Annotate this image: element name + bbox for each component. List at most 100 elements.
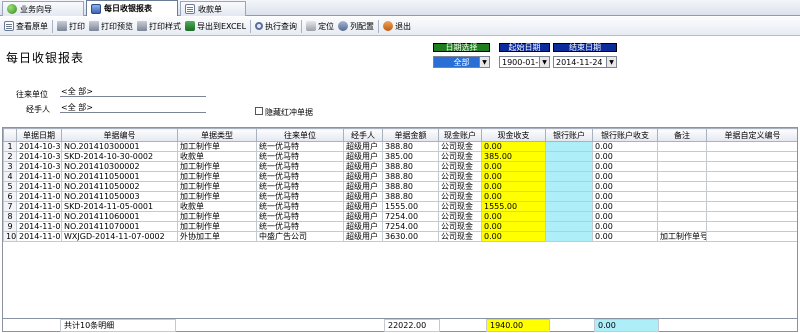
table-row[interactable]: 3 2014-10-3 NO.201410300002 加工制作单 统一优马特 超级用户 3…: [3, 161, 797, 172]
column-header[interactable]: 单据编号: [61, 128, 178, 142]
cell-bank-amount[interactable]: 0.00: [592, 201, 658, 212]
cell-date[interactable]: 2014-11-0: [16, 181, 62, 192]
cell-note[interactable]: [657, 201, 707, 212]
cell-amount[interactable]: 7254.00: [382, 221, 439, 232]
cell-partner[interactable]: 统一优马特: [256, 191, 344, 202]
cell-amount[interactable]: 388.80: [382, 181, 439, 192]
cell-date[interactable]: 2014-11-0: [16, 201, 62, 212]
cell-bank-account[interactable]: [545, 191, 593, 202]
cell-cash-amount[interactable]: 0.00: [481, 191, 546, 202]
cell-partner[interactable]: 统一优马特: [256, 151, 344, 162]
print-style-button[interactable]: 打印样式: [135, 18, 183, 35]
chevron-down-icon[interactable]: ▼: [606, 57, 616, 67]
view-original-button[interactable]: 查看原单: [2, 18, 50, 35]
cell-bank-account[interactable]: [545, 171, 593, 182]
cell-handler[interactable]: 超级用户: [343, 151, 383, 162]
cell-handler[interactable]: 超级用户: [343, 211, 383, 222]
cell-bank-amount[interactable]: 0.00: [592, 171, 658, 182]
cell-cash-account[interactable]: 公司现金: [438, 141, 482, 152]
cell-note[interactable]: [657, 171, 707, 182]
cell-custom-no[interactable]: [706, 231, 797, 242]
table-row[interactable]: 6 2014-11-0 NO.201411050003 加工制作单 统一优马特 超级用户 3…: [3, 191, 797, 202]
cell-partner[interactable]: 统一优马特: [256, 171, 344, 182]
tab-business-guide[interactable]: 业务向导: [2, 1, 84, 16]
cell-partner[interactable]: 统一优马特: [256, 201, 344, 212]
cell-bank-amount[interactable]: 0.00: [592, 191, 658, 202]
cell-doc-no[interactable]: WXJGD-2014-11-07-0002: [61, 231, 178, 242]
cell-partner[interactable]: 中盛广告公司: [256, 231, 344, 242]
end-date-field[interactable]: 2014-11-24 ▼: [553, 56, 617, 68]
cell-cash-account[interactable]: 公司现金: [438, 211, 482, 222]
cell-doc-no[interactable]: NO.201411060001: [61, 211, 178, 222]
cell-custom-no[interactable]: [706, 191, 797, 202]
cell-handler[interactable]: 超级用户: [343, 181, 383, 192]
cell-doc-no[interactable]: NO.201410300001: [61, 141, 178, 152]
cell-note[interactable]: [657, 221, 707, 232]
partner-field[interactable]: <全 部>: [60, 86, 206, 97]
column-header[interactable]: 经手人: [343, 128, 383, 142]
column-header[interactable]: 单据日期: [16, 128, 62, 142]
cell-bank-amount[interactable]: 0.00: [592, 151, 658, 162]
cell-bank-amount[interactable]: 0.00: [592, 231, 658, 242]
cell-custom-no[interactable]: [706, 141, 797, 152]
cell-partner[interactable]: 统一优马特: [256, 161, 344, 172]
cell-bank-account[interactable]: [545, 141, 593, 152]
cell-cash-account[interactable]: 公司现金: [438, 161, 482, 172]
cell-bank-amount[interactable]: 0.00: [592, 211, 658, 222]
column-header[interactable]: 备注: [657, 128, 707, 142]
cell-amount[interactable]: 388.80: [382, 191, 439, 202]
cell-doc-type[interactable]: 加工制作单: [177, 161, 257, 172]
cell-doc-no[interactable]: NO.201411050001: [61, 171, 178, 182]
column-header[interactable]: 现金账户: [438, 128, 482, 142]
cell-bank-account[interactable]: [545, 151, 593, 162]
cell-doc-type[interactable]: 加工制作单: [177, 141, 257, 152]
cell-date[interactable]: 2014-11-0: [16, 211, 62, 222]
column-header[interactable]: 单据自定义编号: [706, 128, 797, 142]
cell-cash-amount[interactable]: 0.00: [481, 181, 546, 192]
column-header[interactable]: 单据金额: [382, 128, 439, 142]
cell-doc-no[interactable]: NO.201411070001: [61, 221, 178, 232]
cell-handler[interactable]: 超级用户: [343, 191, 383, 202]
cell-doc-type[interactable]: 加工制作单: [177, 171, 257, 182]
cell-cash-account[interactable]: 公司现金: [438, 171, 482, 182]
cell-bank-account[interactable]: [545, 211, 593, 222]
cell-amount[interactable]: 3630.00: [382, 231, 439, 242]
cell-doc-type[interactable]: 加工制作单: [177, 191, 257, 202]
cell-cash-account[interactable]: 公司现金: [438, 201, 482, 212]
cell-bank-account[interactable]: [545, 201, 593, 212]
cell-cash-amount[interactable]: 0.00: [481, 171, 546, 182]
table-row[interactable]: 1 2014-10-3 NO.201410300001 加工制作单 统一优马特 超级用户 3…: [3, 141, 797, 152]
cell-note[interactable]: [657, 161, 707, 172]
cell-date[interactable]: 2014-11-0: [16, 221, 62, 232]
table-row[interactable]: 4 2014-11-0 NO.201411050001 加工制作单 统一优马特 超级用户 3…: [3, 171, 797, 182]
cell-cash-amount[interactable]: 385.00: [481, 151, 546, 162]
cell-cash-amount[interactable]: 0.00: [481, 231, 546, 242]
cell-doc-type[interactable]: 收款单: [177, 201, 257, 212]
cell-doc-no[interactable]: NO.201411050003: [61, 191, 178, 202]
cell-note[interactable]: 加工制作单号: [657, 231, 707, 242]
cell-cash-account[interactable]: 公司现金: [438, 191, 482, 202]
cell-cash-account[interactable]: 公司现金: [438, 181, 482, 192]
column-header[interactable]: 现金收支: [481, 128, 546, 142]
cell-cash-account[interactable]: 公司现金: [438, 231, 482, 242]
cell-custom-no[interactable]: [706, 211, 797, 222]
cell-handler[interactable]: 超级用户: [343, 161, 383, 172]
cell-bank-amount[interactable]: 0.00: [592, 181, 658, 192]
cell-note[interactable]: [657, 151, 707, 162]
cell-amount[interactable]: 388.80: [382, 171, 439, 182]
print-preview-button[interactable]: 打印预览: [87, 18, 135, 35]
cell-note[interactable]: [657, 211, 707, 222]
cell-cash-amount[interactable]: 0.00: [481, 161, 546, 172]
chevron-down-icon[interactable]: ▼: [539, 57, 549, 67]
cell-amount[interactable]: 388.80: [382, 141, 439, 152]
table-row[interactable]: 5 2014-11-0 NO.201411050002 加工制作单 统一优马特 超级用户 3…: [3, 181, 797, 192]
cell-cash-account[interactable]: 公司现金: [438, 221, 482, 232]
cell-partner[interactable]: 统一优马特: [256, 141, 344, 152]
hide-red-checkbox[interactable]: [255, 107, 263, 115]
cell-bank-account[interactable]: [545, 161, 593, 172]
cell-date[interactable]: 2014-11-0: [16, 231, 62, 242]
cell-date[interactable]: 2014-10-3: [16, 151, 62, 162]
cell-doc-type[interactable]: 加工制作单: [177, 211, 257, 222]
cell-bank-amount[interactable]: 0.00: [592, 141, 658, 152]
exit-button[interactable]: 退出: [381, 18, 413, 35]
